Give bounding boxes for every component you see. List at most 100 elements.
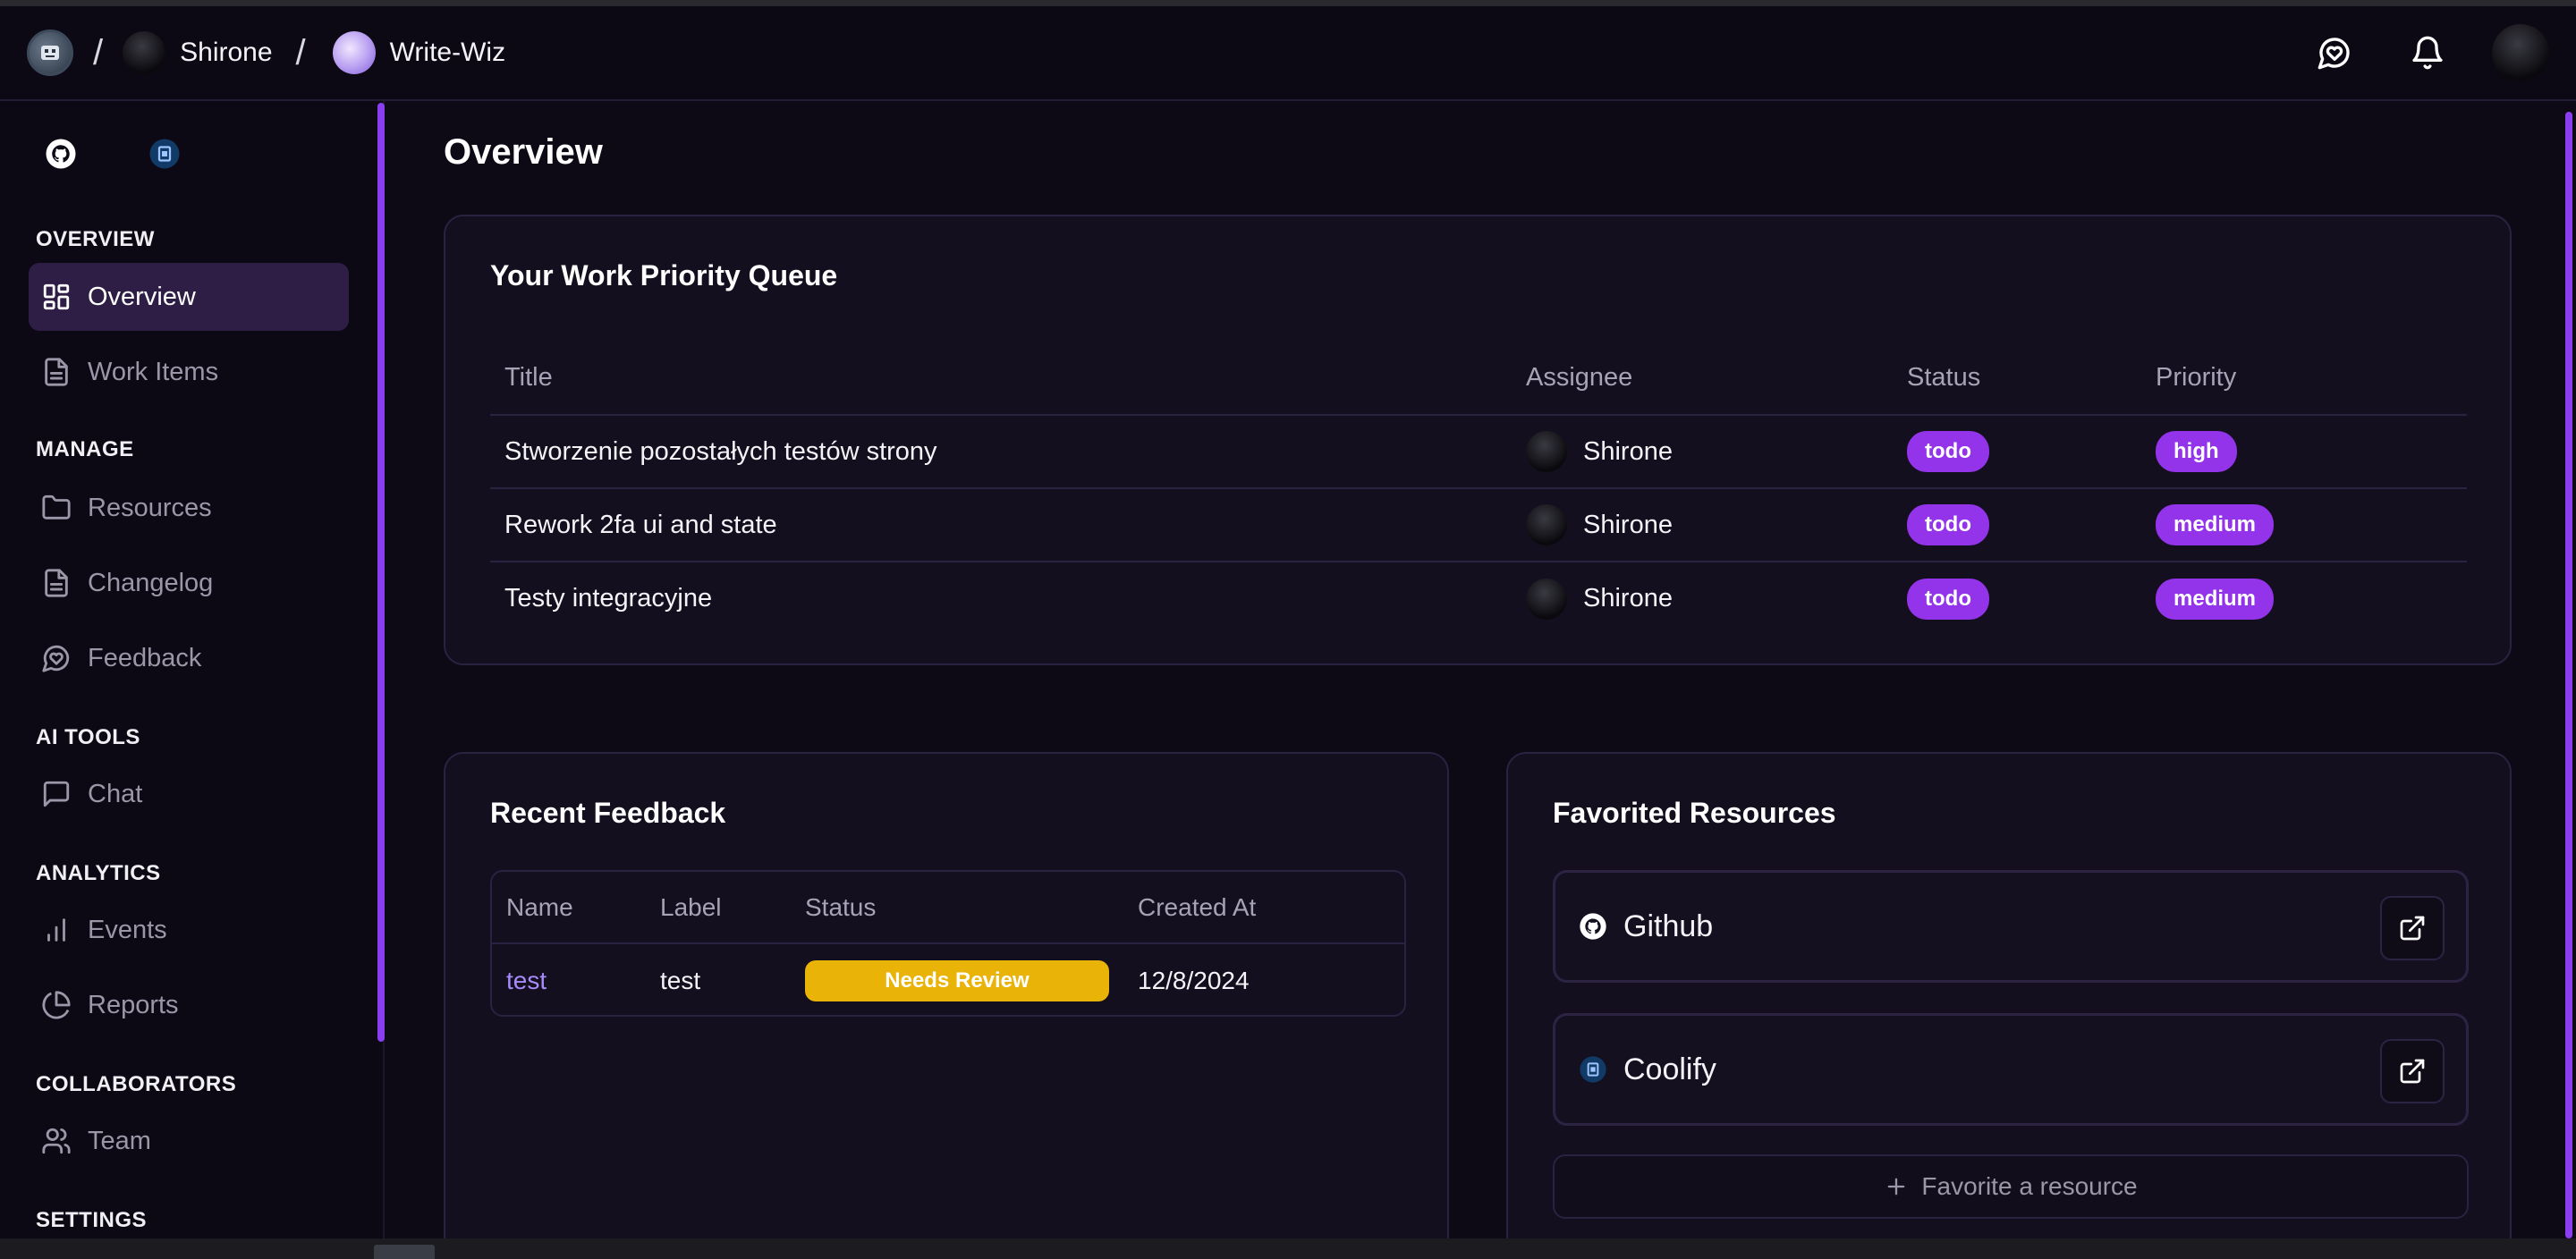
sidebar-item-label: Reports: [88, 990, 179, 1019]
table-header-row: Name Label Status Created At: [492, 872, 1404, 944]
pie-chart-icon: [42, 991, 71, 1019]
assignee-name: Shirone: [1583, 436, 1673, 466]
page-title: Overview: [444, 132, 603, 172]
file-text-icon: [45, 358, 68, 386]
message-heart-icon: [42, 645, 70, 672]
column-header-status[interactable]: Status: [791, 872, 1123, 944]
sidebar-item-events[interactable]: Events: [29, 896, 349, 964]
priority-badge: high: [2156, 431, 2237, 472]
column-header-assignee[interactable]: Assignee: [1512, 342, 1893, 416]
priority-badge: medium: [2156, 504, 2275, 545]
status-badge: todo: [1907, 578, 1989, 620]
sidebar-section-settings: SETTINGS: [36, 1208, 148, 1232]
assignee-avatar: [1526, 578, 1567, 620]
message-square-icon: [43, 781, 70, 807]
status-cell: todo: [1893, 488, 2141, 562]
sidebar-item-overview[interactable]: Overview: [29, 263, 349, 331]
table-row[interactable]: Testy integracyjne Shirone todo medium: [490, 562, 2467, 635]
sidebar-item-team[interactable]: Team: [29, 1107, 349, 1175]
breadcrumb-project[interactable]: Write-Wiz: [332, 31, 506, 74]
app-logo-icon[interactable]: [27, 30, 73, 76]
status-cell: todo: [1893, 562, 2141, 635]
sidebar-item-work-items[interactable]: Work Items: [29, 338, 349, 406]
breadcrumb-separator: /: [295, 32, 306, 72]
main-scrollbar[interactable]: [2565, 112, 2572, 1238]
sidebar-section-analytics: ANALYTICS: [36, 861, 161, 885]
assignee-name: Shirone: [1583, 510, 1673, 539]
coolify-icon: [1580, 1056, 1606, 1083]
window-frame-top: [0, 0, 2576, 6]
sidebar-item-label: Changelog: [88, 568, 214, 597]
user-avatar: [123, 31, 166, 74]
bell-icon: [2412, 36, 2443, 70]
plus-icon: [1888, 1178, 1905, 1196]
status-cell: todo: [1893, 415, 2141, 489]
github-quick-link[interactable]: [41, 134, 80, 173]
profile-avatar[interactable]: [2492, 24, 2549, 81]
work-item-title: Stworzenie pozostałych testów strony: [490, 415, 1512, 489]
sidebar-item-feedback[interactable]: Feedback: [29, 624, 349, 692]
sidebar-item-label: Feedback: [88, 643, 202, 672]
users-icon: [42, 1128, 71, 1154]
assignee-cell: Shirone: [1512, 488, 1893, 562]
github-icon: [46, 139, 76, 169]
resource-name: Github: [1623, 908, 1714, 943]
sidebar-item-reports[interactable]: Reports: [29, 971, 349, 1039]
sidebar-item-resources[interactable]: Resources: [29, 474, 349, 542]
column-header-status[interactable]: Status: [1893, 342, 2141, 416]
topbar-actions: [2306, 24, 2549, 81]
feedback-created-at: 12/8/2024: [1138, 966, 1250, 994]
feedback-name-link[interactable]: test: [492, 943, 646, 1015]
file-text-icon: [45, 569, 68, 597]
coolify-icon: [149, 139, 180, 169]
external-link-icon: [2400, 1059, 2425, 1084]
top-bar: / Shirone / Write-Wiz: [0, 6, 2576, 101]
recent-feedback-card: Recent Feedback Name Label Status Create…: [444, 752, 1449, 1259]
sidebar-item-changelog[interactable]: Changelog: [29, 549, 349, 617]
resource-item-coolify[interactable]: Coolify: [1553, 1013, 2469, 1126]
sidebar-section-ai-tools: AI TOOLS: [36, 725, 140, 749]
resource-item-github[interactable]: Github: [1553, 870, 2469, 983]
assignee-cell: Shirone: [1512, 562, 1893, 635]
priority-cell: high: [2141, 415, 2467, 489]
favorite-resource-button[interactable]: Favorite a resource: [1553, 1154, 2469, 1219]
column-header-title[interactable]: Title: [490, 342, 1512, 416]
message-heart-icon: [2318, 38, 2350, 70]
column-header-priority[interactable]: Priority: [2141, 342, 2467, 416]
open-resource-button[interactable]: [2380, 896, 2445, 960]
feedback-button[interactable]: [2306, 24, 2363, 81]
status-badge: Needs Review: [805, 959, 1109, 1001]
table-row[interactable]: test test Needs Review 12/8/2024: [492, 943, 1404, 1015]
favorited-resources-card: Favorited Resources Github Coolify Favor…: [1506, 752, 2512, 1259]
work-item-title: Rework 2fa ui and state: [490, 488, 1512, 562]
table-row[interactable]: Stworzenie pozostałych testów strony Shi…: [490, 415, 2467, 489]
github-icon: [1580, 913, 1606, 940]
open-resource-button[interactable]: [2380, 1039, 2445, 1103]
project-avatar: [332, 31, 376, 74]
table-row[interactable]: Rework 2fa ui and state Shirone todo med…: [490, 488, 2467, 562]
breadcrumb-project-label: Write-Wiz: [389, 38, 506, 67]
assignee-name: Shirone: [1583, 584, 1673, 613]
notifications-button[interactable]: [2399, 24, 2456, 81]
sidebar-item-label: Team: [88, 1126, 151, 1155]
assignee-avatar: [1526, 504, 1567, 545]
sidebar-section-collaborators: COLLABORATORS: [36, 1072, 237, 1096]
table-header-row: Title Assignee Status Priority: [490, 342, 2467, 416]
priority-queue-card: Your Work Priority Queue Title Assignee …: [444, 215, 2512, 665]
sidebar-quick-links: [41, 134, 184, 173]
status-cell: Needs Review: [791, 943, 1123, 1015]
sidebar-section-overview: OVERVIEW: [36, 227, 155, 251]
coolify-quick-link[interactable]: [145, 134, 184, 173]
breadcrumb-user[interactable]: Shirone: [123, 31, 273, 74]
recent-feedback-table-container: Name Label Status Created At test test N…: [490, 870, 1406, 1017]
column-header-name[interactable]: Name: [492, 872, 646, 944]
column-header-label[interactable]: Label: [646, 872, 791, 944]
sidebar-item-label: Chat: [88, 779, 143, 808]
sidebar-scrollbar[interactable]: [377, 103, 385, 1042]
taskbar-indicator: [374, 1245, 435, 1259]
external-link-icon: [2400, 916, 2425, 941]
priority-badge: medium: [2156, 578, 2275, 620]
column-header-created-at[interactable]: Created At: [1123, 872, 1404, 944]
sidebar-item-chat[interactable]: Chat: [29, 760, 349, 828]
favorited-resources-title: Favorited Resources: [1553, 797, 1836, 829]
